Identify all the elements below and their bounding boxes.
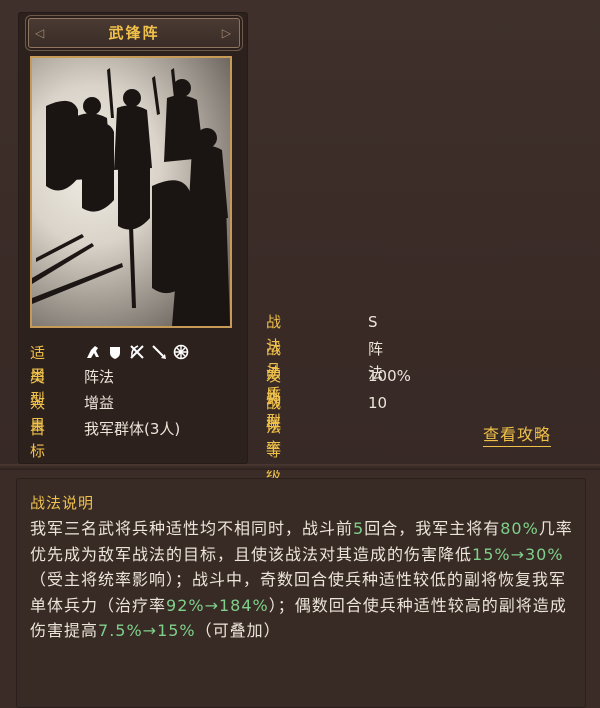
soldier-silhouettes-image xyxy=(32,68,230,326)
stat-value: S xyxy=(368,313,378,331)
tactic-name: 武锋阵 xyxy=(108,24,160,42)
description-highlight: 92%→184% xyxy=(166,595,269,615)
description-segment: （可叠加） xyxy=(195,621,281,640)
ornament-right-icon: ▷ xyxy=(221,26,233,40)
target-value: 我军群体(3人) xyxy=(84,420,181,438)
stat-label: 战法等级 xyxy=(266,394,283,484)
troop-type-icons xyxy=(84,344,189,361)
tactic-name-banner: ◁ 武锋阵 ▷ xyxy=(28,18,240,48)
description-highlight: 7.5%→15% xyxy=(98,621,196,640)
target-label: 目标 xyxy=(30,420,48,460)
description-segment: 回合，我军主将有 xyxy=(364,519,501,538)
description-text: 我军三名武将兵种适性均不相同时，战斗前5回合，我军主将有80%几率优先成为敌军战… xyxy=(30,516,575,644)
cavalry-icon xyxy=(84,344,101,361)
stat-value: 100% xyxy=(368,367,411,385)
description-highlight: 5 xyxy=(353,519,365,538)
siege-icon xyxy=(172,344,189,361)
type-value: 阵法 xyxy=(84,368,115,386)
description-title: 战法说明 xyxy=(30,494,95,512)
description-highlight: 15%→30% xyxy=(472,544,564,564)
section-divider xyxy=(0,464,600,470)
description-segment: 我军三名武将兵种适性均不相同时，战斗前 xyxy=(30,519,354,538)
ornament-left-icon: ◁ xyxy=(35,26,47,40)
stat-value: 10 xyxy=(368,394,388,412)
spear-icon xyxy=(150,344,167,361)
view-guide-link[interactable]: 查看攻略 xyxy=(483,424,552,447)
description-highlight: 80% xyxy=(500,519,539,538)
shield-icon xyxy=(106,344,123,361)
tactic-illustration xyxy=(30,56,232,328)
effect-value: 增益 xyxy=(84,394,115,412)
bow-icon xyxy=(128,344,145,361)
